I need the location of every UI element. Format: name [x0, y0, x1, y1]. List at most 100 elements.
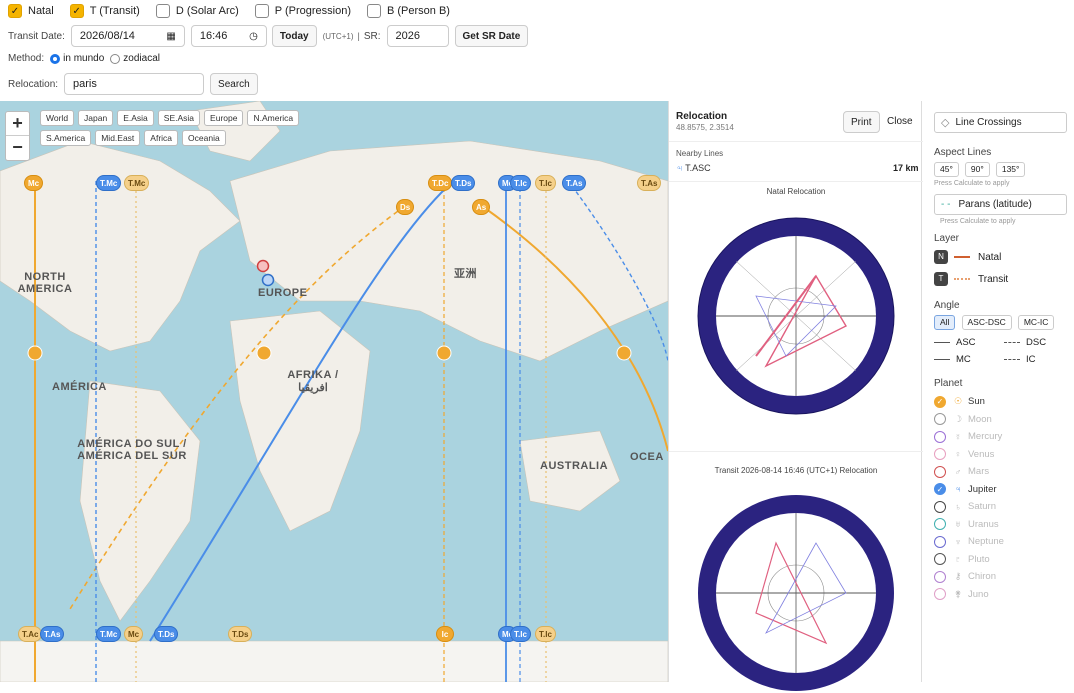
- region-east-asia-button[interactable]: E.Asia: [117, 110, 154, 126]
- region-middle-east-button[interactable]: Mid.East: [95, 130, 141, 146]
- transit-time-input[interactable]: 16:46 ◷: [190, 25, 267, 47]
- line-badge[interactable]: Ds: [396, 199, 415, 215]
- region-southeast-asia-button[interactable]: SE.Asia: [157, 110, 201, 126]
- line-badge[interactable]: T.Ic: [510, 175, 531, 191]
- planet-toggle-pluto[interactable]: ♇ Pluto: [934, 551, 1069, 569]
- planet-checkbox: [934, 500, 946, 513]
- close-button[interactable]: Close: [887, 116, 913, 127]
- line-badge[interactable]: T.As: [637, 175, 662, 191]
- region-oceania-button[interactable]: Oceania: [182, 130, 226, 146]
- layer-title: Layer: [934, 233, 960, 244]
- angle-legend: ASC DSC MC IC: [934, 334, 1069, 368]
- aspect-lines-title: Aspect Lines: [934, 147, 992, 158]
- planet-toggle-sun[interactable]: ✓ ☉ Sun: [934, 393, 1069, 411]
- line-crossings-button[interactable]: ◇ Line Crossings: [934, 112, 1067, 133]
- planet-checkbox: [934, 413, 946, 426]
- planet-toggle-neptune[interactable]: ♆ Neptune: [934, 533, 1069, 551]
- region-south-america-button[interactable]: S.America: [40, 130, 92, 146]
- label-africa: AFRIKA / افريقيا: [287, 369, 339, 394]
- label-south-america: AMÉRICA DO SUL / AMÉRICA DEL SUR: [77, 438, 187, 462]
- zoom-out-button[interactable]: −: [6, 136, 29, 160]
- planet-label: Uranus: [968, 518, 999, 530]
- checkbox-natal[interactable]: ✓ Natal: [8, 4, 54, 18]
- checkbox-person-b[interactable]: B (Person B): [367, 4, 450, 18]
- planet-checkbox: [934, 588, 946, 601]
- nearby-line-row[interactable]: ♃ T.ASC: [676, 163, 711, 173]
- line-badge[interactable]: T.As: [40, 626, 65, 642]
- line-badge[interactable]: T.Ic: [510, 626, 531, 642]
- parans-button[interactable]: - - Parans (latitude): [934, 194, 1067, 215]
- print-button[interactable]: Print: [843, 111, 880, 133]
- relocation-row: Relocation: paris Search: [8, 73, 258, 95]
- checkbox-transit[interactable]: ✓ T (Transit): [69, 4, 140, 18]
- aspect-45-button[interactable]: 45°: [934, 162, 959, 177]
- layer-natal-toggle[interactable]: N Natal: [934, 250, 1069, 264]
- search-button[interactable]: Search: [210, 73, 258, 95]
- region-world-button[interactable]: World: [40, 110, 75, 126]
- line-badge[interactable]: Ic: [436, 626, 454, 642]
- line-badge[interactable]: Mc: [24, 175, 44, 191]
- relocation-input[interactable]: paris: [64, 73, 205, 95]
- world-map[interactable]: + − World Japan E.Asia SE.Asia Europe N.…: [0, 101, 668, 682]
- angle-asc-dsc-button[interactable]: ASC-DSC: [961, 315, 1012, 330]
- nearby-distance: 17 km: [893, 163, 919, 173]
- calculate-note-2: Press Calculate to apply: [940, 218, 1016, 225]
- checkbox-progression[interactable]: P (Progression): [254, 4, 351, 18]
- line-badge[interactable]: T.Ds: [451, 175, 476, 191]
- zoom-in-button[interactable]: +: [6, 112, 29, 136]
- line-badge[interactable]: T.Mc: [124, 175, 150, 191]
- calendar-icon: ▦: [166, 30, 176, 42]
- planet-toggle-saturn[interactable]: ♄ Saturn: [934, 498, 1069, 516]
- line-badge[interactable]: T.Dc: [428, 175, 453, 191]
- label-north-america: NORTH AMERICA: [17, 271, 73, 295]
- checkbox-solar-arc[interactable]: D (Solar Arc): [155, 4, 239, 18]
- planet-label: Venus: [968, 448, 995, 460]
- planet-toggle-mercury[interactable]: ☿ Mercury: [934, 428, 1069, 446]
- planet-toggle-moon[interactable]: ☽ Moon: [934, 411, 1069, 429]
- line-badge[interactable]: T.Mc: [96, 175, 122, 191]
- region-africa-button[interactable]: Africa: [144, 130, 179, 146]
- planet-label: Sun: [968, 396, 985, 408]
- today-button[interactable]: Today: [271, 25, 317, 47]
- planet-label: Mercury: [968, 431, 1003, 443]
- angle-mc-ic-button[interactable]: MC-IC: [1017, 315, 1055, 330]
- planet-checkbox: [934, 518, 946, 531]
- planet-label: Moon: [968, 413, 992, 425]
- planet-toggle-juno[interactable]: ⚵ Juno: [934, 586, 1069, 604]
- region-japan-button[interactable]: Japan: [78, 110, 114, 126]
- line-badge[interactable]: T.Ac: [18, 626, 43, 642]
- sr-input[interactable]: 2026: [386, 25, 449, 47]
- planet-toggle-venus[interactable]: ♀ Venus: [934, 446, 1069, 464]
- zoom-control: + −: [5, 111, 30, 161]
- region-buttons-row2: S.America Mid.East Africa Oceania: [40, 130, 226, 146]
- transit-date-label: Transit Date:: [8, 30, 65, 42]
- line-badge[interactable]: T.As: [562, 175, 587, 191]
- label-australia: AUSTRALIA: [540, 460, 609, 472]
- line-badge[interactable]: T.Ds: [154, 626, 179, 642]
- region-north-america-button[interactable]: N.America: [247, 110, 300, 126]
- natal-chart-wheel: [697, 217, 895, 415]
- aspect-135-button[interactable]: 135°: [995, 162, 1026, 177]
- transit-date-input[interactable]: 2026/08/14 ▦: [70, 25, 185, 47]
- planet-title: Planet: [934, 378, 963, 389]
- region-europe-button[interactable]: Europe: [204, 110, 244, 126]
- line-badge[interactable]: T.Mc: [96, 626, 122, 642]
- layer-transit-toggle[interactable]: T Transit: [934, 272, 1069, 286]
- planet-toggle-chiron[interactable]: ⚷ Chiron: [934, 568, 1069, 586]
- planet-toggle-mars[interactable]: ♂ Mars: [934, 463, 1069, 481]
- radio-zodiacal[interactable]: [110, 53, 121, 64]
- planet-toggle-jupiter[interactable]: ✓ ♃ Jupiter: [934, 481, 1069, 499]
- aspect-90-button[interactable]: 90°: [964, 162, 990, 177]
- line-badge[interactable]: As: [472, 199, 491, 215]
- radio-in-mundo[interactable]: [50, 53, 61, 64]
- get-sr-date-button[interactable]: Get SR Date: [454, 25, 529, 47]
- angle-all-button[interactable]: All: [934, 315, 956, 330]
- line-badge[interactable]: Mc: [124, 626, 144, 642]
- planet-checkbox: [934, 570, 946, 583]
- line-badge[interactable]: T.Ds: [228, 626, 253, 642]
- line-badge[interactable]: T.Ic: [535, 175, 556, 191]
- line-badge[interactable]: T.Ic: [535, 626, 556, 642]
- planet-checkbox: ✓: [934, 483, 946, 496]
- transit-row: Transit Date: 2026/08/14 ▦ 16:46 ◷ Today (…: [8, 25, 529, 47]
- planet-toggle-uranus[interactable]: ♅ Uranus: [934, 516, 1069, 534]
